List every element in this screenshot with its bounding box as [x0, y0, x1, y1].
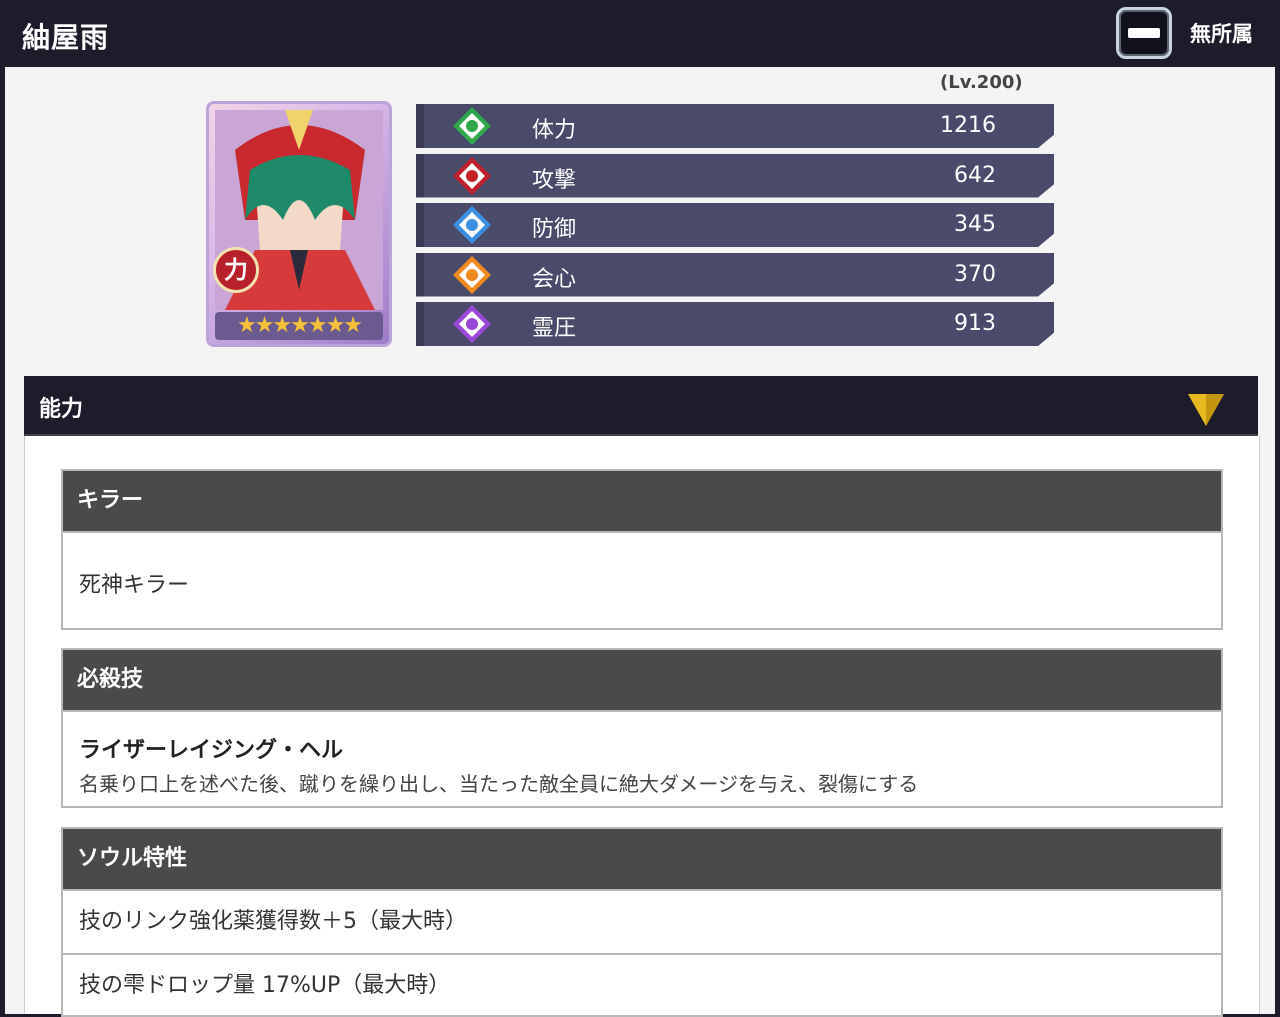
stat-value: 642: [954, 162, 996, 188]
ability-section-header[interactable]: 能力: [24, 376, 1258, 436]
stat-label: 攻撃: [532, 167, 577, 193]
special-move-box: 必殺技 ライザーレイジング・ヘル 名乗り口上を述べた後、蹴りを繰り出し、当たった…: [61, 648, 1223, 808]
stat-label: 防御: [532, 217, 577, 242]
killer-text: 死神キラー: [79, 573, 190, 598]
special-move-name: ライザーレイジング・ヘル: [79, 738, 344, 763]
star-rating: ★★★★★★★: [215, 312, 383, 340]
special-move-heading: 必殺技: [63, 650, 1221, 712]
soul-trait-heading: ソウル特性: [63, 829, 1221, 891]
killer-heading: キラー: [63, 471, 1221, 533]
special-move-description: 名乗り口上を述べた後、蹴りを繰り出し、当たった敵全員に絶大ダメージを与え、裂傷に…: [79, 772, 919, 796]
collapse-triangle-icon[interactable]: [1186, 392, 1226, 428]
affiliation-label: 無所属: [1190, 22, 1253, 46]
stat-label: 霊圧: [532, 316, 577, 341]
killer-box: キラー 死神キラー: [61, 469, 1223, 630]
critical-sun-icon: [453, 255, 491, 294]
soul-trait-line: 技の雫ドロップ量 17%UP（最大時）: [63, 953, 1221, 1017]
level-label: (Lv.200): [940, 72, 1023, 93]
stat-row: 霊圧 913: [416, 302, 1054, 346]
stat-row: 攻撃 642: [416, 153, 1054, 198]
power-badge: 力: [213, 247, 259, 293]
stat-row: 会心 370: [416, 252, 1054, 297]
spirit-swirl-icon: [453, 305, 491, 343]
character-name: 紬屋雨: [22, 21, 110, 54]
stat-value: 1216: [940, 113, 996, 138]
soul-trait-box: ソウル特性 技のリンク強化薬獲得数＋5（最大時） 技の雫ドロップ量 17%UP（…: [61, 827, 1223, 1017]
stat-value: 913: [954, 311, 996, 336]
ability-section-label: 能力: [39, 397, 84, 422]
stat-row: 体力 1216: [416, 104, 1054, 148]
stat-label: 会心: [532, 266, 577, 292]
stat-row: 防御 345: [416, 203, 1054, 247]
stat-label: 体力: [532, 118, 577, 143]
top-bar: 紬屋雨 無所属: [0, 0, 1280, 67]
stat-value: 345: [954, 212, 996, 237]
character-portrait: 力 ★★★★★★★: [206, 101, 392, 347]
minus-badge-icon: [1116, 7, 1172, 59]
soul-trait-line: 技のリンク強化薬獲得数＋5（最大時）: [79, 909, 467, 934]
defense-shield-icon: [453, 206, 491, 244]
attack-icon: [453, 156, 491, 195]
stat-value: 370: [954, 261, 996, 287]
hp-drop-icon: [453, 107, 491, 145]
